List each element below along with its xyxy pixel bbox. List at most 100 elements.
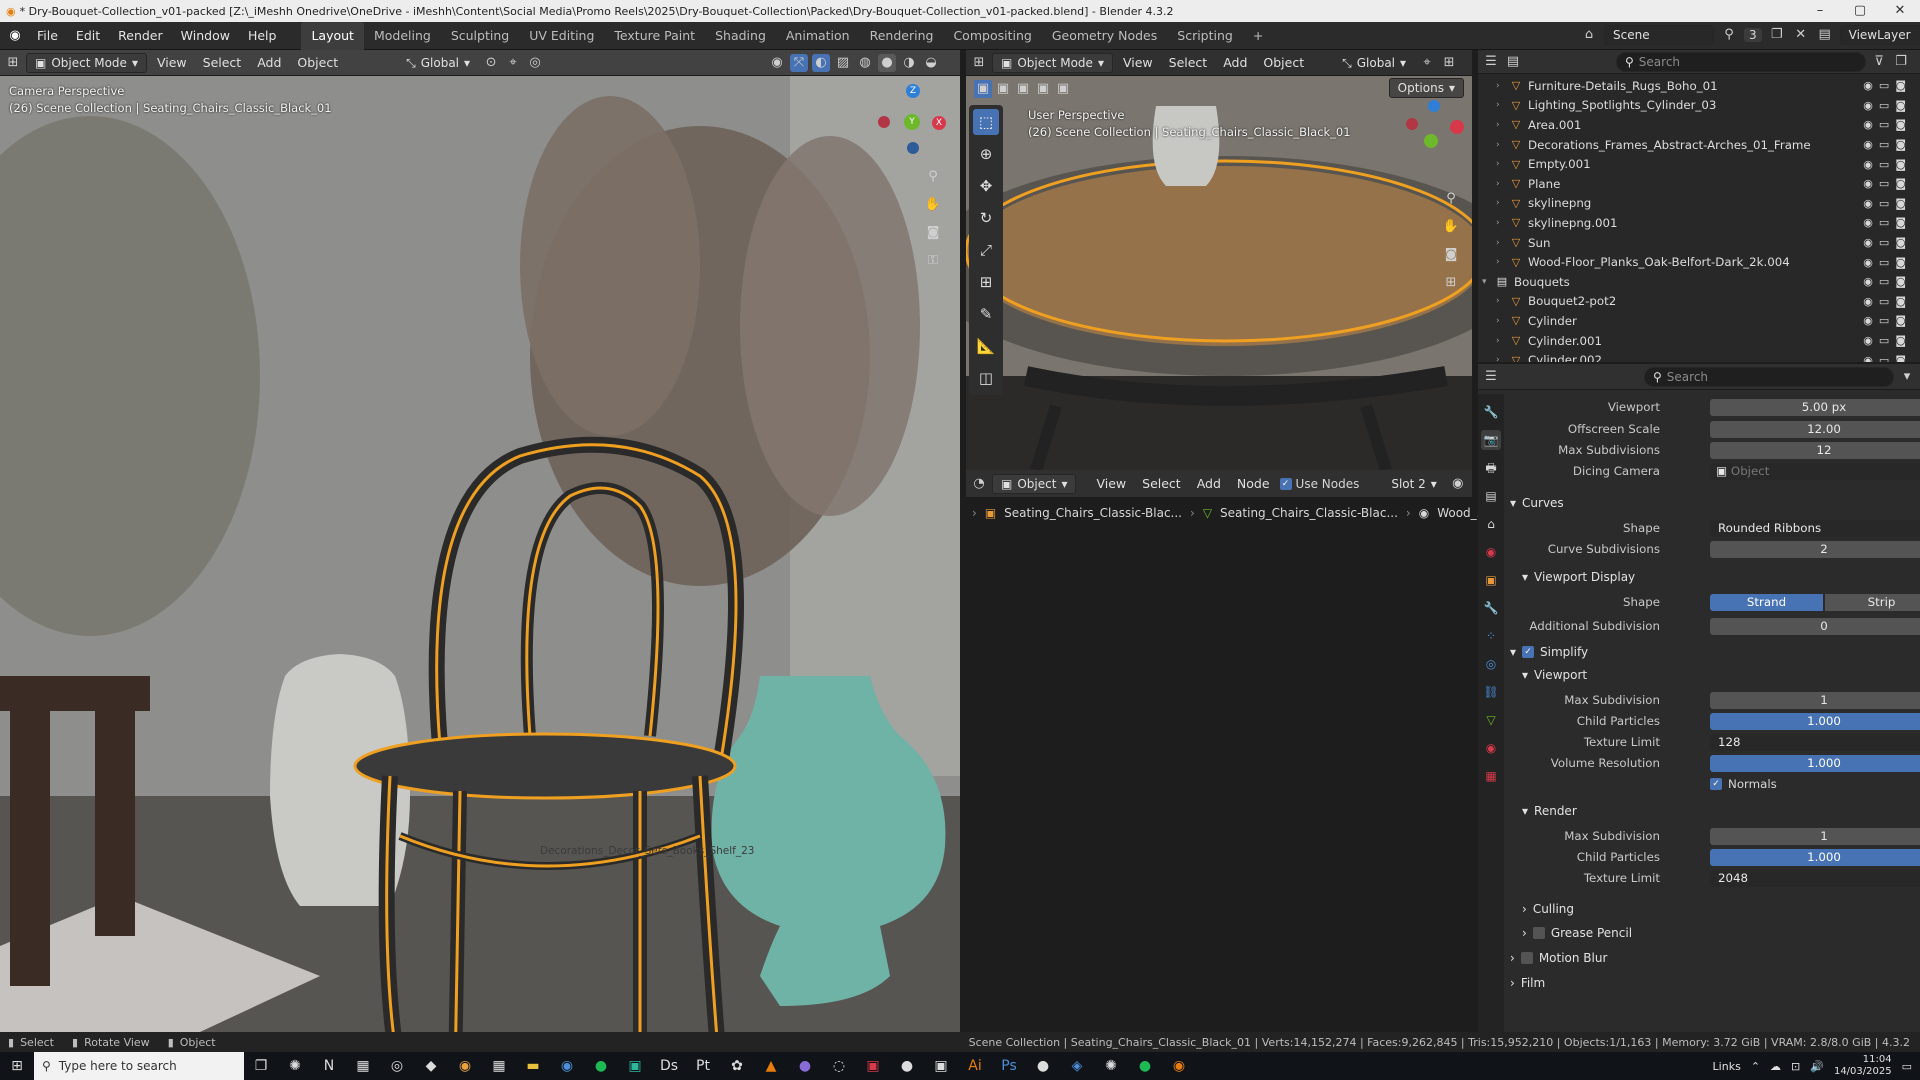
select-subtract-icon[interactable]: ▣ [1014, 80, 1032, 98]
volume-icon[interactable]: 🔊 [1810, 1060, 1824, 1073]
editor-type-icon[interactable]: ☰ [1482, 53, 1500, 71]
eye-icon[interactable]: ◉ [1863, 295, 1873, 308]
mode-dropdown[interactable]: ▣ Object Mode ▾ [26, 52, 147, 73]
breadcrumb-object[interactable]: Seating_Chairs_Classic-Blac... [1004, 506, 1182, 520]
shader-type-dropdown[interactable]: ▣ Object ▾ [992, 473, 1077, 494]
physics-tab-icon[interactable]: ◎ [1481, 654, 1501, 674]
menu-object-right[interactable]: Object [1257, 55, 1310, 70]
tab-rendering[interactable]: Rendering [860, 22, 944, 50]
scale-tool-icon[interactable]: ⤢ [973, 237, 999, 263]
monitor-icon[interactable]: ▭ [1879, 314, 1889, 327]
section-simplify[interactable]: ▾ ✓ Simplify [1510, 645, 1588, 659]
app-icon-10[interactable]: ● [1026, 1058, 1060, 1074]
scene-selector[interactable]: Scene [1604, 25, 1714, 45]
scene-icon[interactable]: ⌂ [1580, 26, 1598, 44]
render-max-subdivision-field[interactable]: 1 [1710, 827, 1920, 845]
outliner-object-row[interactable]: › ▽ skylinepng.001 ◉ ▭ ◙ [1478, 213, 1920, 233]
outliner[interactable]: ☰ ▤ ⚲ Search ⊽ ❐ › ▽ Furniture-Details_Rug… [1478, 50, 1920, 362]
camera-view-icon-right[interactable]: ◙ [1442, 246, 1460, 264]
outliner-object-row[interactable]: › ▽ Area.001 ◉ ▭ ◙ [1478, 115, 1920, 135]
shading-wireframe-icon[interactable]: ◍ [856, 54, 874, 72]
eye-icon[interactable]: ◉ [1863, 99, 1873, 112]
links-label[interactable]: Links [1713, 1060, 1741, 1073]
proportional-edit-icon[interactable]: ◎ [526, 54, 544, 72]
outliner-object-row[interactable]: › ▽ Cylinder ◉ ▭ ◙ [1478, 311, 1920, 331]
visibility-icon[interactable]: ◉ [768, 54, 786, 72]
zoom-icon[interactable]: ⚲ [924, 168, 942, 186]
camera-render-icon[interactable]: ◙ [1895, 354, 1906, 362]
curve-subdivisions-field[interactable]: 2 [1710, 540, 1920, 558]
task-view-icon[interactable]: ❐ [244, 1058, 278, 1074]
annotate-tool-icon[interactable]: ✎ [973, 301, 999, 327]
tab-uv-editing[interactable]: UV Editing [519, 22, 604, 50]
menu-add-right[interactable]: Add [1217, 55, 1253, 70]
tab-geometry-nodes[interactable]: Geometry Nodes [1042, 22, 1167, 50]
spotify-icon[interactable]: ● [584, 1058, 618, 1074]
section-grease-pencil[interactable]: › Grease Pencil [1522, 926, 1632, 940]
simplify-max-subdivision-field[interactable]: 1 [1710, 691, 1920, 709]
chevron-right-icon[interactable]: › [1496, 140, 1508, 150]
volume-resolution-slider[interactable]: 1.000 [1710, 754, 1920, 772]
tab-shading[interactable]: Shading [705, 22, 776, 50]
material-tab-icon[interactable]: ◉ [1481, 738, 1501, 758]
eye-icon[interactable]: ◉ [1863, 138, 1873, 151]
view-layer-icon[interactable]: ▤ [1816, 26, 1834, 44]
app-icon[interactable]: ◎ [380, 1058, 414, 1074]
texture-tab-icon[interactable]: ▦ [1481, 766, 1501, 786]
wechat-icon[interactable]: ● [1128, 1058, 1162, 1074]
eye-icon[interactable]: ◉ [1863, 236, 1873, 249]
scene-tab-icon[interactable]: ⌂ [1481, 514, 1501, 534]
menu-edit[interactable]: Edit [67, 28, 109, 43]
network-icon[interactable]: ⊡ [1791, 1060, 1800, 1073]
tab-sculpting[interactable]: Sculpting [441, 22, 519, 50]
outliner-object-row[interactable]: › ▽ Bouquet2-pot2 ◉ ▭ ◙ [1478, 292, 1920, 312]
gizmo-neg-x[interactable] [878, 116, 890, 128]
menu-select-node[interactable]: Select [1136, 476, 1187, 491]
select-invert-icon[interactable]: ▣ [1034, 80, 1052, 98]
editor-type-icon[interactable]: ⊞ [4, 54, 22, 72]
tab-layout[interactable]: Layout [301, 21, 364, 50]
outliner-object-row[interactable]: › ▽ skylinepng ◉ ▭ ◙ [1478, 194, 1920, 214]
outliner-object-row[interactable]: › ▽ Empty.001 ◉ ▭ ◙ [1478, 154, 1920, 174]
normals-checkbox[interactable]: ✓ [1710, 778, 1722, 790]
eye-icon[interactable]: ◉ [1863, 314, 1873, 327]
calculator-icon[interactable]: ▦ [346, 1058, 380, 1074]
snap-icon[interactable]: ⌖ [504, 54, 522, 72]
camera-render-icon[interactable]: ◙ [1895, 197, 1906, 210]
eye-icon[interactable]: ◉ [1863, 79, 1873, 92]
gizmo-neg-z[interactable] [907, 142, 919, 154]
camera-render-icon[interactable]: ◙ [1895, 334, 1906, 347]
chrome-icon-2[interactable]: ◉ [550, 1058, 584, 1074]
move-tool-icon[interactable]: ✥ [973, 173, 999, 199]
object-tab-icon[interactable]: ▣ [1481, 570, 1501, 590]
monitor-icon[interactable]: ▭ [1879, 158, 1889, 171]
menu-view[interactable]: View [151, 55, 193, 70]
tab-animation[interactable]: Animation [776, 22, 860, 50]
zoom-icon-right[interactable]: ⚲ [1442, 190, 1460, 208]
chevron-up-icon[interactable]: ⌃ [1751, 1060, 1760, 1073]
chrome-icon[interactable]: ◉ [448, 1058, 482, 1074]
viewport-dicing-field[interactable]: 5.00 px [1710, 398, 1920, 416]
illustrator-icon[interactable]: Ai [958, 1058, 992, 1074]
menu-view-right[interactable]: View [1117, 55, 1159, 70]
camera-render-icon[interactable]: ◙ [1895, 79, 1906, 92]
display-mode-icon[interactable]: ▤ [1504, 53, 1522, 71]
viewport-camera[interactable]: ⊞ ▣ Object Mode ▾ View Select Add Object ⤡… [0, 50, 960, 1032]
view-layer-tab-icon[interactable]: ▤ [1481, 486, 1501, 506]
chevron-down-icon[interactable]: ▾ [1482, 277, 1494, 287]
monitor-icon[interactable]: ▭ [1879, 216, 1889, 229]
output-tab-icon[interactable]: 🖶 [1481, 458, 1501, 478]
pin-icon[interactable]: ⚲ [1720, 26, 1738, 44]
eye-icon[interactable]: ◉ [1863, 216, 1873, 229]
monitor-icon[interactable]: ▭ [1879, 334, 1889, 347]
menu-file[interactable]: File [28, 28, 67, 43]
ortho-grid-icon-right[interactable]: ⊞ [1442, 274, 1460, 292]
gizmo-right-y[interactable] [1424, 134, 1438, 148]
outliner-object-row[interactable]: › ▽ Furniture-Details_Rugs_Boho_01 ◉ ▭ ◙ [1478, 76, 1920, 96]
shading-material-icon[interactable]: ◑ [900, 54, 918, 72]
mode-dropdown-right[interactable]: ▣ Object Mode ▾ [992, 52, 1113, 73]
gizmo-right-neg-x[interactable] [1406, 118, 1418, 130]
chevron-right-icon[interactable]: › [1496, 257, 1508, 267]
grease-pencil-checkbox[interactable] [1532, 927, 1545, 939]
select-intersect-icon[interactable]: ▣ [1054, 80, 1072, 98]
